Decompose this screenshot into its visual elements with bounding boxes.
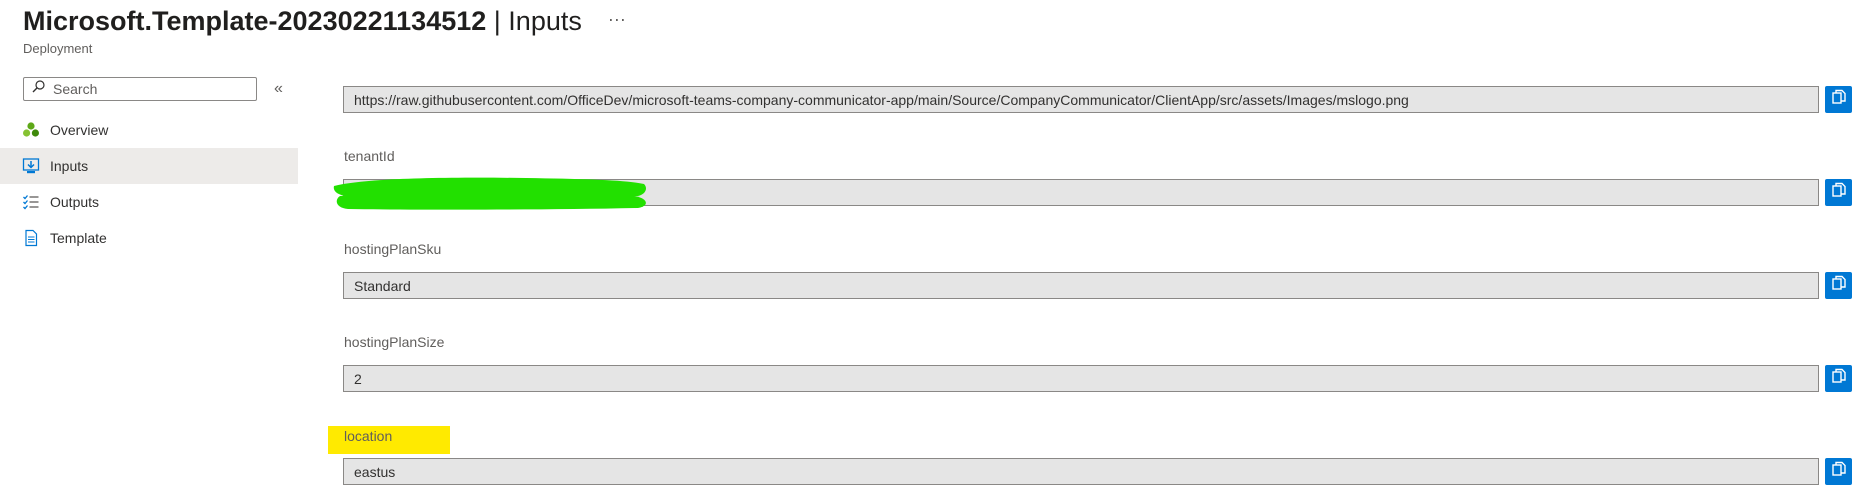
page-title: Microsoft.Template-20230221134512 | Inpu… xyxy=(23,6,582,37)
section-name: Inputs xyxy=(508,6,582,36)
sidebar-item-label: Overview xyxy=(50,122,109,138)
field-value-location[interactable]: eastus xyxy=(343,458,1819,485)
field-label: tenantId xyxy=(344,148,395,164)
template-icon xyxy=(22,229,40,247)
copy-button[interactable] xyxy=(1825,458,1852,485)
copy-icon xyxy=(1831,89,1847,110)
sidebar-item-label: Template xyxy=(50,230,107,246)
field-value-hostingplansku[interactable]: Standard xyxy=(343,272,1819,299)
field-value-logo-url[interactable]: https://raw.githubusercontent.com/Office… xyxy=(343,86,1819,113)
sidebar-item-overview[interactable]: Overview xyxy=(0,112,298,148)
search-box[interactable] xyxy=(23,77,257,101)
copy-button[interactable] xyxy=(1825,272,1852,299)
copy-icon xyxy=(1831,461,1847,482)
copy-icon xyxy=(1831,182,1847,203)
search-input[interactable] xyxy=(51,80,245,98)
copy-button[interactable] xyxy=(1825,365,1852,392)
inputs-icon xyxy=(22,157,40,175)
field-label: location xyxy=(344,428,393,444)
outputs-icon xyxy=(22,193,40,211)
copy-button[interactable] xyxy=(1825,86,1852,113)
copy-icon xyxy=(1831,275,1847,296)
redaction-mark xyxy=(333,177,646,210)
field-value-hostingplansize[interactable]: 2 xyxy=(343,365,1819,392)
more-options-button[interactable]: ··· xyxy=(608,10,626,34)
sidebar-item-inputs[interactable]: Inputs xyxy=(0,148,298,184)
copy-button[interactable] xyxy=(1825,179,1852,206)
title-separator: | xyxy=(486,6,509,36)
sidebar-item-label: Outputs xyxy=(50,194,100,210)
sidebar-nav: Overview Inputs Outputs Template xyxy=(0,112,298,256)
collapse-sidebar-button[interactable]: « xyxy=(274,80,283,98)
field-label: hostingPlanSize xyxy=(344,334,445,350)
page: Microsoft.Template-20230221134512 | Inpu… xyxy=(0,0,1867,492)
overview-icon xyxy=(22,121,40,139)
page-subtitle: Deployment xyxy=(23,41,93,56)
sidebar-item-label: Inputs xyxy=(50,158,89,174)
copy-icon xyxy=(1831,368,1847,389)
sidebar-item-template[interactable]: Template xyxy=(0,220,298,256)
field-label: hostingPlanSku xyxy=(344,241,442,257)
sidebar-item-outputs[interactable]: Outputs xyxy=(0,184,298,220)
deployment-name: Microsoft.Template-20230221134512 xyxy=(23,6,487,36)
search-icon xyxy=(24,80,45,98)
page-header: Microsoft.Template-20230221134512 | Inpu… xyxy=(23,6,626,62)
